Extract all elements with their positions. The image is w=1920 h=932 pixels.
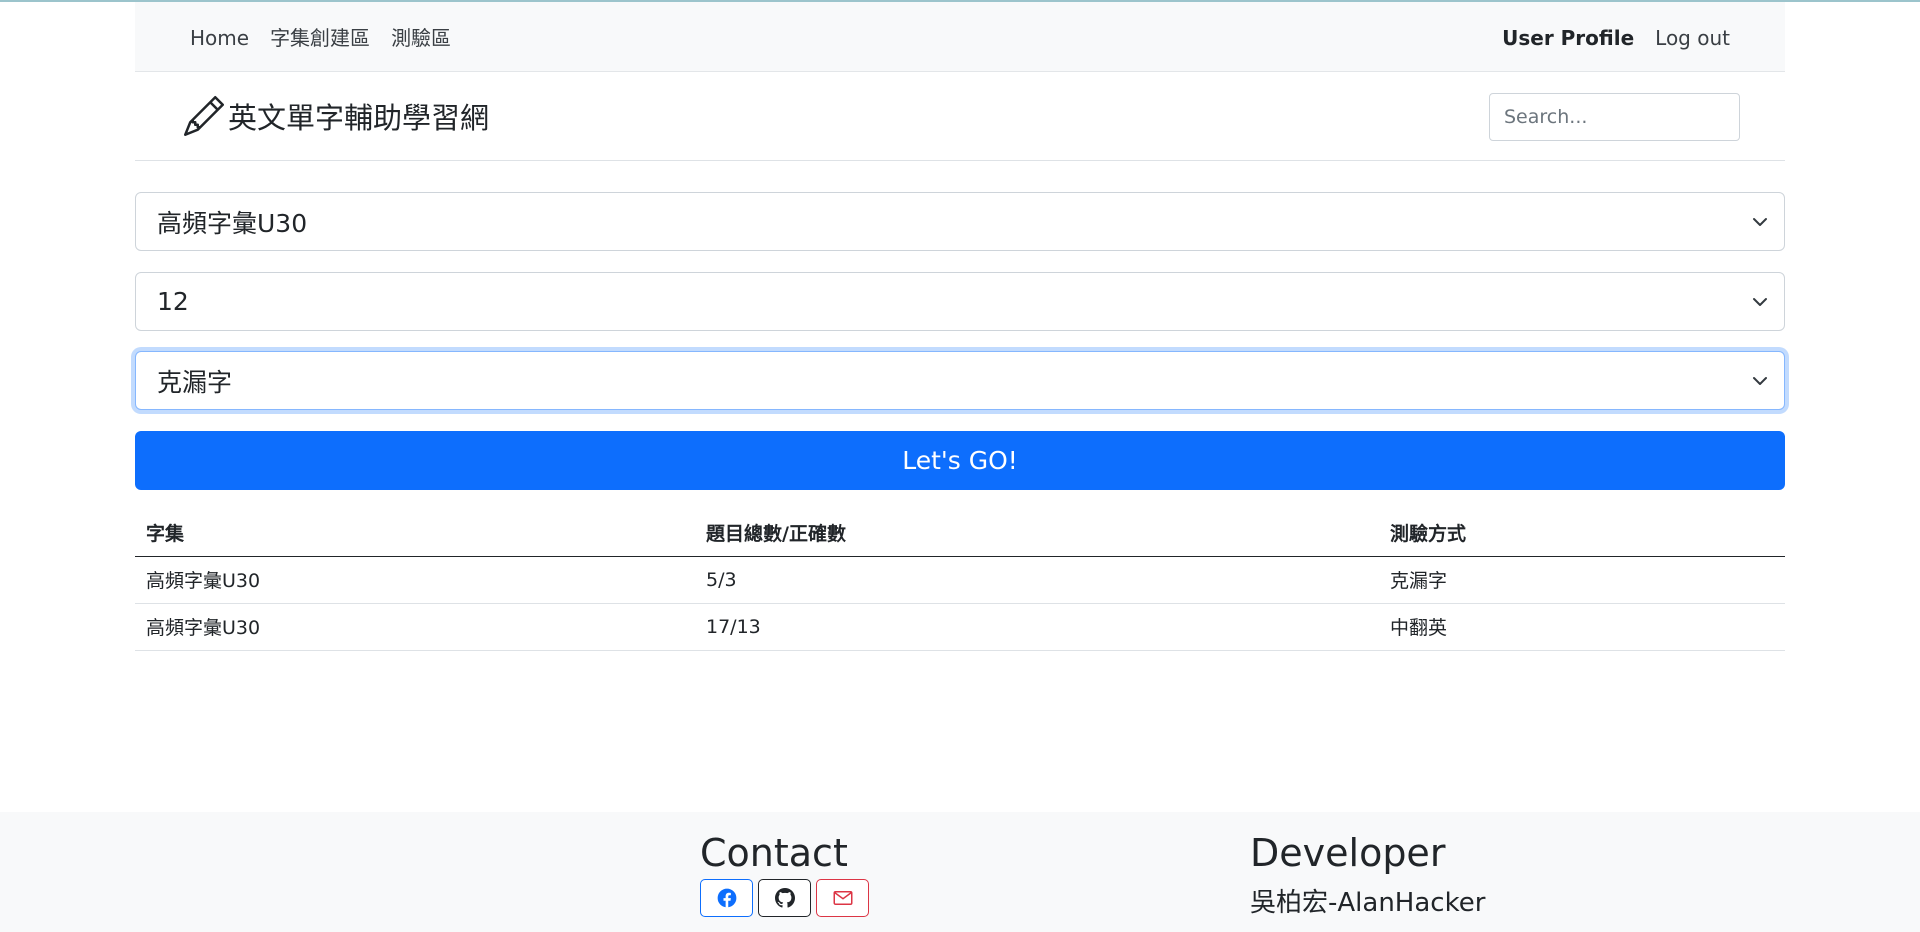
facebook-button[interactable]	[700, 879, 753, 917]
question-count-select-value: 12	[157, 287, 189, 316]
question-count-select[interactable]: 12	[135, 272, 1785, 331]
site-footer: Contact Developer 吳柏宏-AlanHacker	[0, 812, 1920, 932]
cell-score: 5/3	[695, 556, 1379, 604]
nav-home-link[interactable]: Home	[190, 24, 249, 52]
cell-wordset: 高頻字彙U30	[135, 603, 695, 651]
user-profile-link[interactable]: User Profile	[1502, 24, 1634, 52]
cell-wordset: 高頻字彙U30	[135, 556, 695, 604]
github-icon	[774, 888, 795, 908]
github-button[interactable]	[758, 879, 811, 917]
search-input[interactable]	[1489, 93, 1740, 141]
brand[interactable]: 英文單字輔助學習網	[184, 95, 489, 141]
nav-right-group: User Profile Log out	[1502, 24, 1730, 52]
cell-mode: 中翻英	[1379, 603, 1785, 651]
facebook-icon	[717, 888, 736, 908]
developer-section: Developer 吳柏宏-AlanHacker	[1250, 830, 1485, 919]
chevron-down-icon	[1753, 217, 1767, 226]
column-header-score: 題目總數/正確數	[695, 509, 1379, 557]
nav-left-group: Home 字集創建區 測驗區	[190, 24, 451, 52]
nav-wordset-create-link[interactable]: 字集創建區	[270, 24, 370, 52]
developer-name: 吳柏宏-AlanHacker	[1250, 888, 1486, 918]
social-links	[700, 879, 869, 917]
wordset-select-value: 高頻字彙U30	[157, 208, 308, 238]
wordset-select[interactable]: 高頻字彙U30	[135, 192, 1785, 251]
column-header-wordset: 字集	[135, 509, 695, 557]
quiz-mode-select-value: 克漏字	[157, 367, 233, 397]
email-button[interactable]	[816, 879, 869, 917]
top-navbar: Home 字集創建區 測驗區 User Profile Log out	[135, 2, 1785, 72]
contact-section: Contact	[700, 830, 869, 917]
brand-title: 英文單字輔助學習網	[228, 101, 490, 135]
envelope-icon	[833, 891, 852, 905]
cell-mode: 克漏字	[1379, 556, 1785, 604]
table-header-row: 字集 題目總數/正確數 測驗方式	[135, 509, 1785, 557]
quiz-history-table: 字集 題目總數/正確數 測驗方式 高頻字彙U30 5/3 克漏字 高頻字彙U30…	[135, 509, 1785, 651]
pencil-icon	[184, 95, 225, 141]
site-header: 英文單字輔助學習網	[135, 73, 1785, 161]
nav-quiz-link[interactable]: 測驗區	[391, 24, 451, 52]
developer-title: Developer	[1250, 831, 1446, 875]
cell-score: 17/13	[695, 603, 1379, 651]
lets-go-button[interactable]: Let's GO!	[135, 431, 1785, 490]
table-row: 高頻字彙U30 5/3 克漏字	[135, 556, 1785, 604]
quiz-mode-select[interactable]: 克漏字	[135, 351, 1785, 410]
contact-title: Contact	[700, 831, 848, 875]
chevron-down-icon	[1753, 297, 1767, 306]
logout-link[interactable]: Log out	[1655, 24, 1730, 52]
chevron-down-icon	[1753, 376, 1767, 385]
table-row: 高頻字彙U30 17/13 中翻英	[135, 603, 1785, 651]
column-header-mode: 測驗方式	[1379, 509, 1785, 557]
